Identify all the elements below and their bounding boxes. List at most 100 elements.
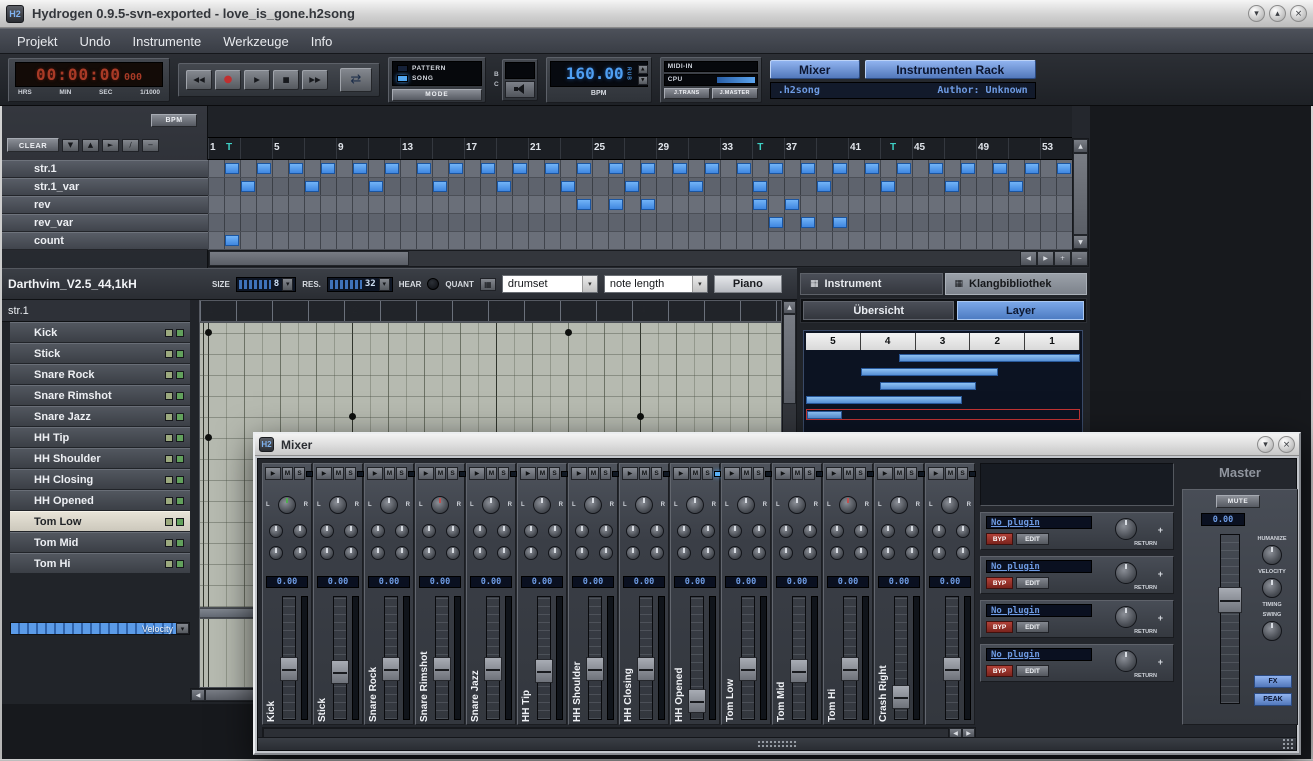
- transport-stop-button[interactable]: ■: [273, 70, 299, 90]
- layer-range-bar[interactable]: [880, 382, 976, 390]
- fx-send-knob[interactable]: [956, 524, 970, 538]
- instrument-mute-led[interactable]: [165, 560, 173, 568]
- fx-return-knob[interactable]: [1115, 606, 1137, 628]
- channel-play-button[interactable]: ▶: [826, 467, 842, 480]
- pattern-beat-ruler[interactable]: 1234: [199, 300, 782, 322]
- layer-row[interactable]: [806, 353, 1080, 364]
- channel-mute-button[interactable]: M: [945, 467, 956, 480]
- channel-play-button[interactable]: ▶: [673, 467, 689, 480]
- pattern-sequence-cell[interactable]: [673, 163, 687, 174]
- resize-corner-icon[interactable]: [1282, 738, 1294, 749]
- song-mode-row[interactable]: SONG: [397, 75, 477, 82]
- resize-grip-icon[interactable]: [757, 740, 797, 748]
- fx-plugin-name[interactable]: No plugin: [986, 604, 1092, 617]
- chevron-down-icon[interactable]: ▾: [692, 276, 707, 292]
- fx-send-knob[interactable]: [779, 546, 793, 560]
- menu-werkzeuge[interactable]: Werkzeuge: [212, 29, 300, 53]
- pattern-sequence-cell[interactable]: [929, 163, 943, 174]
- pan-knob[interactable]: [941, 496, 959, 514]
- pattern-sequence-cell[interactable]: [753, 199, 767, 210]
- instrument-row[interactable]: HH Tip: [10, 427, 190, 448]
- fx-send-knob[interactable]: [395, 546, 409, 560]
- pan-knob[interactable]: [278, 496, 296, 514]
- clear-sequence-button[interactable]: CLEAR: [7, 138, 59, 152]
- fx-send-knob[interactable]: [599, 546, 613, 560]
- channel-play-button[interactable]: ▶: [520, 467, 536, 480]
- pattern-list-item[interactable]: count: [0, 232, 208, 250]
- channel-mute-button[interactable]: M: [282, 467, 293, 480]
- instrument-mute-led[interactable]: [165, 329, 173, 337]
- pattern-sequence-cell[interactable]: [561, 181, 575, 192]
- pattern-sequence-cell[interactable]: [993, 163, 1007, 174]
- channel-solo-button[interactable]: S: [600, 467, 611, 480]
- channel-mute-button[interactable]: M: [639, 467, 650, 480]
- fx-send-knob[interactable]: [548, 546, 562, 560]
- fx-send-knob[interactable]: [932, 546, 946, 560]
- layer-row[interactable]: [806, 367, 1080, 378]
- fx-send-knob[interactable]: [701, 524, 715, 538]
- layer-row[interactable]: [806, 409, 1080, 420]
- channel-fader[interactable]: [843, 596, 857, 720]
- pan-knob[interactable]: [788, 496, 806, 514]
- pattern-list-item[interactable]: rev_var: [0, 214, 208, 232]
- channel-play-button[interactable]: ▶: [571, 467, 587, 480]
- channel-play-button[interactable]: ▶: [622, 467, 638, 480]
- channel-solo-button[interactable]: S: [957, 467, 968, 480]
- scroll-up-icon[interactable]: ▲: [1073, 139, 1088, 153]
- fx-send-knob[interactable]: [956, 546, 970, 560]
- loop-mode-button[interactable]: ⇄: [340, 68, 372, 92]
- fx-edit-button[interactable]: EDIT: [1016, 621, 1049, 633]
- fx-send-knob[interactable]: [881, 524, 895, 538]
- layer-range-bar[interactable]: [899, 354, 1080, 362]
- fx-send-knob[interactable]: [395, 524, 409, 538]
- pattern-sequence-cell[interactable]: [641, 199, 655, 210]
- fx-send-knob[interactable]: [422, 524, 436, 538]
- shade-window-button[interactable]: ▾: [1248, 5, 1265, 22]
- pattern-sequence-cell[interactable]: [785, 199, 799, 210]
- close-window-button[interactable]: ×: [1278, 436, 1295, 453]
- channel-fader[interactable]: [588, 596, 602, 720]
- channel-mute-button[interactable]: M: [894, 467, 905, 480]
- fx-send-knob[interactable]: [728, 524, 742, 538]
- pattern-sequence-cell[interactable]: [545, 163, 559, 174]
- channel-mute-button[interactable]: M: [384, 467, 395, 480]
- fx-send-knob[interactable]: [446, 524, 460, 538]
- instrument-row[interactable]: Tom Mid: [10, 532, 190, 553]
- song-grid-row[interactable]: [208, 214, 1072, 232]
- scroll-right-icon[interactable]: ▶: [1037, 251, 1054, 266]
- chevron-down-icon[interactable]: ▾: [582, 276, 597, 292]
- pattern-sequence-cell[interactable]: [417, 163, 431, 174]
- pattern-sequence-cell[interactable]: [353, 163, 367, 174]
- piano-view-button[interactable]: Piano: [714, 275, 782, 293]
- pan-knob[interactable]: [533, 496, 551, 514]
- zoom-in-button[interactable]: +: [1054, 251, 1071, 266]
- channel-play-button[interactable]: ▶: [367, 467, 383, 480]
- fx-send-knob[interactable]: [599, 524, 613, 538]
- pan-knob[interactable]: [686, 496, 704, 514]
- jack-transport-button[interactable]: J.TRANS: [664, 88, 710, 99]
- instrument-mute-led[interactable]: [165, 392, 173, 400]
- instrument-mute-led[interactable]: [165, 476, 173, 484]
- tempo-marker[interactable]: T: [757, 142, 763, 153]
- pan-knob[interactable]: [890, 496, 908, 514]
- swing-knob[interactable]: [1262, 621, 1282, 641]
- show-fx-button[interactable]: FX: [1254, 675, 1292, 688]
- channel-solo-button[interactable]: S: [549, 467, 560, 480]
- pan-knob[interactable]: [635, 496, 653, 514]
- fx-bypass-button[interactable]: BYP: [986, 665, 1013, 677]
- fx-send-knob[interactable]: [344, 546, 358, 560]
- move-pattern-down-button[interactable]: ▼: [62, 139, 79, 152]
- fx-send-knob[interactable]: [575, 546, 589, 560]
- size-dropdown-icon[interactable]: ▾: [282, 278, 293, 291]
- channel-fader-handle[interactable]: [433, 657, 451, 681]
- channel-play-button[interactable]: ▶: [316, 467, 332, 480]
- fx-send-knob[interactable]: [932, 524, 946, 538]
- fx-send-knob[interactable]: [626, 546, 640, 560]
- master-fader-handle[interactable]: [1218, 587, 1242, 613]
- tab-layer[interactable]: Layer: [957, 301, 1084, 320]
- song-grid[interactable]: [208, 160, 1072, 250]
- channel-fader-handle[interactable]: [280, 657, 298, 681]
- tab-soundlibrary[interactable]: ▦ Klangbibliothek: [945, 273, 1088, 295]
- fx-send-knob[interactable]: [905, 524, 919, 538]
- channel-solo-button[interactable]: S: [804, 467, 815, 480]
